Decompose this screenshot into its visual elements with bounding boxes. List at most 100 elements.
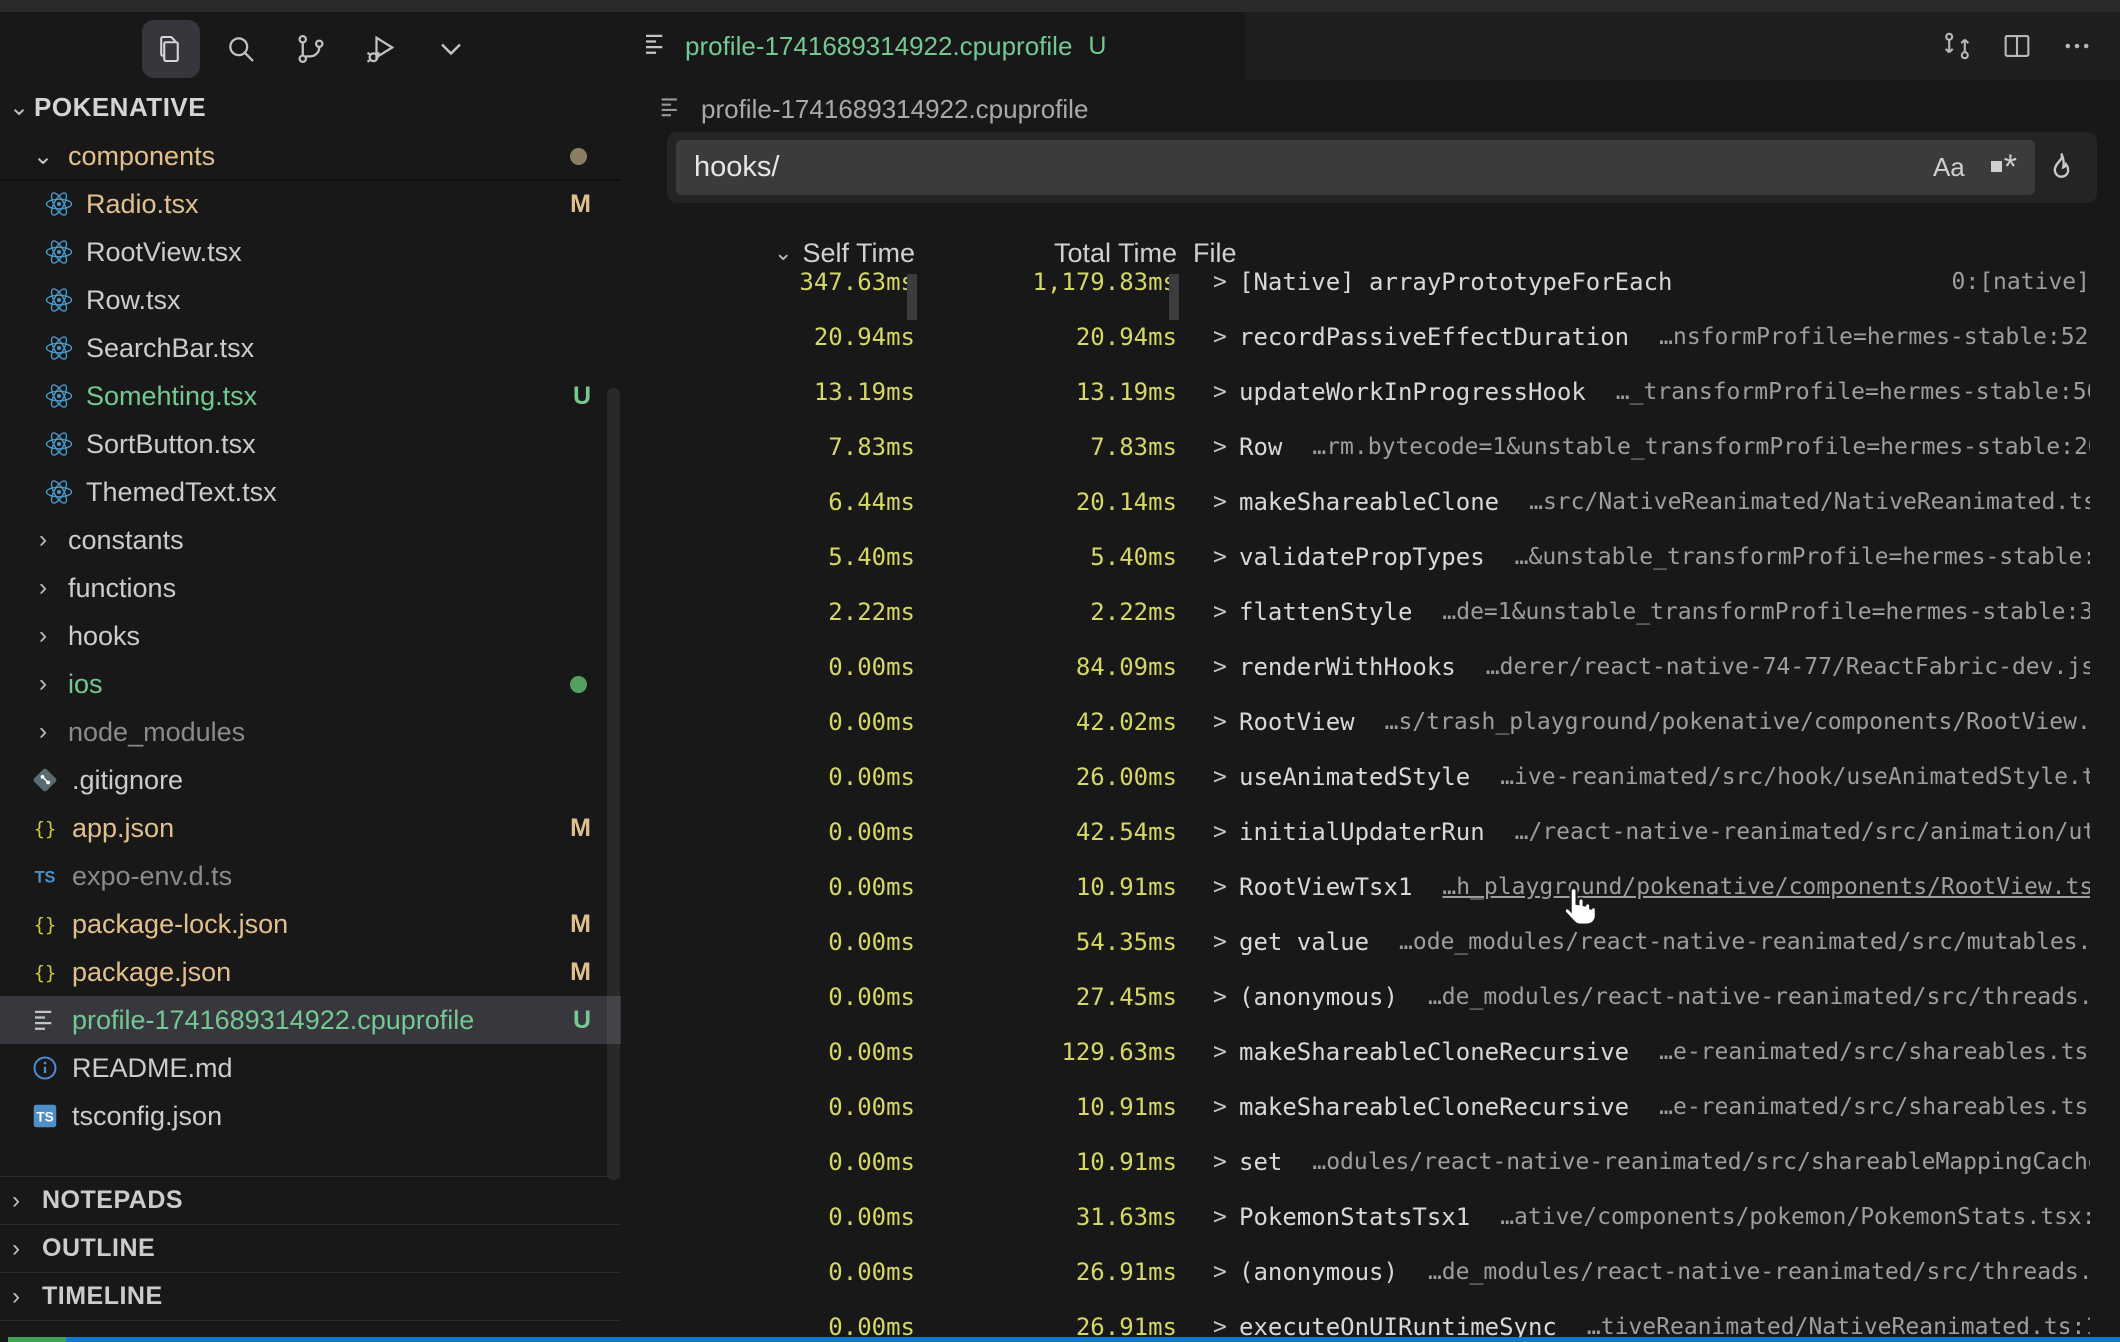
file-location-link[interactable]: …&unstable_transformProfile=hermes-stabl… bbox=[1485, 544, 2090, 570]
panel-header-timeline[interactable]: ›TIMELINE bbox=[0, 1272, 621, 1320]
column-sash[interactable] bbox=[907, 274, 917, 320]
file-location-link[interactable]: …ative/components/pokemon/PokemonStats.t… bbox=[1470, 1204, 2090, 1230]
tree-item-hooks[interactable]: ›hooks bbox=[0, 612, 621, 660]
panel-header-notepads[interactable]: ›NOTEPADS bbox=[0, 1176, 621, 1224]
tree-item-themedtext-tsx[interactable]: ThemedText.tsx bbox=[0, 468, 621, 516]
profile-row[interactable]: 0.00ms26.91ms>(anonymous)…de_modules/rea… bbox=[621, 1244, 2120, 1299]
profile-row[interactable]: 20.94ms20.94ms>recordPassiveEffectDurati… bbox=[621, 309, 2120, 364]
profile-row[interactable]: 0.00ms129.63ms>makeShareableCloneRecursi… bbox=[621, 1024, 2120, 1079]
chevron-right-icon[interactable]: > bbox=[1213, 929, 1239, 955]
tree-item-functions[interactable]: ›functions bbox=[0, 564, 621, 612]
profile-row[interactable]: 0.00ms10.91ms>RootViewTsx1…h_playground/… bbox=[621, 859, 2120, 914]
file-location-link[interactable]: …tiveReanimated/NativeReanimated.ts:123/ bbox=[1557, 1314, 2090, 1340]
column-sash[interactable] bbox=[1169, 274, 1179, 320]
tree-item-components[interactable]: ⌄components bbox=[0, 132, 621, 180]
profile-row[interactable]: 0.00ms42.02ms>RootView…s/trash_playgroun… bbox=[621, 694, 2120, 749]
profile-row[interactable]: 7.83ms7.83ms>Row…rm.bytecode=1&unstable_… bbox=[621, 419, 2120, 474]
tree-item-ios[interactable]: ›ios bbox=[0, 660, 621, 708]
tree-item-expo-env-d-ts[interactable]: TSexpo-env.d.ts bbox=[0, 852, 621, 900]
file-location-link[interactable]: …rm.bytecode=1&unstable_transformProfile… bbox=[1282, 434, 2090, 460]
tree-item-node-modules[interactable]: ›node_modules bbox=[0, 708, 621, 756]
explorer-icon[interactable] bbox=[142, 20, 200, 78]
chevron-right-icon[interactable]: > bbox=[1213, 324, 1239, 350]
file-location-link[interactable]: …de_modules/react-native-reanimated/src/… bbox=[1398, 984, 2090, 1010]
chevron-right-icon[interactable]: > bbox=[1213, 434, 1239, 460]
file-location-link[interactable]: …odules/react-native-reanimated/src/shar… bbox=[1282, 1149, 2090, 1175]
tree-item--gitignore[interactable]: .gitignore bbox=[0, 756, 621, 804]
source-control-icon[interactable] bbox=[282, 20, 340, 78]
file-location-link[interactable]: …ive-reanimated/src/hook/useAnimatedStyl… bbox=[1470, 764, 2090, 790]
panel-header-outline[interactable]: ›OUTLINE bbox=[0, 1224, 621, 1272]
flame-graph-button[interactable] bbox=[2039, 146, 2083, 190]
file-location-link[interactable]: …nsformProfile=hermes-stable:52730 bbox=[1629, 324, 2090, 350]
profile-row[interactable]: 0.00ms10.91ms>set…odules/react-native-re… bbox=[621, 1134, 2120, 1189]
sidebar-scrollbar[interactable] bbox=[607, 388, 620, 1180]
profile-row[interactable]: 0.00ms54.35ms>get value…ode_modules/reac… bbox=[621, 914, 2120, 969]
filter-input[interactable]: hooks/ Aa * bbox=[676, 140, 2035, 195]
chevron-right-icon[interactable]: > bbox=[1213, 379, 1239, 405]
chevron-right-icon[interactable]: > bbox=[1213, 764, 1239, 790]
more-actions-icon[interactable] bbox=[2060, 29, 2094, 63]
tree-item-profile-1741689314922-cpuprofile[interactable]: profile-1741689314922.cpuprofileU bbox=[0, 996, 621, 1044]
chevron-right-icon[interactable]: > bbox=[1213, 654, 1239, 680]
chevron-right-icon[interactable]: > bbox=[1213, 269, 1239, 295]
file-location-link[interactable]: …_transformProfile=hermes-stable:50798 bbox=[1586, 379, 2090, 405]
tree-item-tsconfig-json[interactable]: TStsconfig.json bbox=[0, 1092, 621, 1140]
chevron-right-icon[interactable]: > bbox=[1213, 709, 1239, 735]
profile-row[interactable]: 0.00ms10.91ms>makeShareableCloneRecursiv… bbox=[621, 1079, 2120, 1134]
tree-item-readme-md[interactable]: README.md bbox=[0, 1044, 621, 1092]
more-views-icon[interactable] bbox=[422, 20, 480, 78]
profile-row[interactable]: 0.00ms27.45ms>(anonymous)…de_modules/rea… bbox=[621, 969, 2120, 1024]
chevron-right-icon[interactable]: > bbox=[1213, 1094, 1239, 1120]
profile-row[interactable]: 0.00ms42.54ms>initialUpdaterRun…/react-n… bbox=[621, 804, 2120, 859]
file-location-link[interactable]: …e-reanimated/src/shareables.ts:208/ bbox=[1629, 1039, 2090, 1065]
explorer-section-header[interactable]: ⌄ POKENATIVE bbox=[0, 86, 621, 128]
chevron-right-icon[interactable]: > bbox=[1213, 1259, 1239, 1285]
chevron-right-icon[interactable]: > bbox=[1213, 819, 1239, 845]
tree-item-package-lock-json[interactable]: {}package-lock.jsonM bbox=[0, 900, 621, 948]
profile-row[interactable]: 13.19ms13.19ms>updateWorkInProgressHook…… bbox=[621, 364, 2120, 419]
tree-item-somehting-tsx[interactable]: Somehting.tsxU bbox=[0, 372, 621, 420]
profile-row[interactable]: 5.40ms5.40ms>validatePropTypes…&unstable… bbox=[621, 529, 2120, 584]
chevron-right-icon[interactable]: > bbox=[1213, 874, 1239, 900]
search-icon[interactable] bbox=[212, 20, 270, 78]
file-location-link[interactable]: …derer/react-native-74-77/ReactFabric-de… bbox=[1456, 654, 2090, 680]
chevron-right-icon[interactable]: > bbox=[1213, 1204, 1239, 1230]
tree-item-searchbar-tsx[interactable]: SearchBar.tsx bbox=[0, 324, 621, 372]
chevron-right-icon[interactable]: > bbox=[1213, 489, 1239, 515]
profile-row[interactable]: 0.00ms26.00ms>useAnimatedStyle…ive-reani… bbox=[621, 749, 2120, 804]
profile-row[interactable]: 0.00ms26.91ms>executeOnUIRuntimeSync…tiv… bbox=[621, 1299, 2120, 1342]
compare-changes-icon[interactable] bbox=[1940, 29, 1974, 63]
file-location-link[interactable]: …de_modules/react-native-reanimated/src/… bbox=[1398, 1259, 2090, 1285]
file-location-link[interactable]: …s/trash_playground/pokenative/component… bbox=[1355, 709, 2090, 735]
tree-item-row-tsx[interactable]: Row.tsx bbox=[0, 276, 621, 324]
file-location-link[interactable]: …de=1&unstable_transformProfile=hermes-s… bbox=[1412, 599, 2090, 625]
profile-row[interactable]: 0.00ms31.63ms>PokemonStatsTsx1…ative/com… bbox=[621, 1189, 2120, 1244]
tree-item-sortbutton-tsx[interactable]: SortButton.tsx bbox=[0, 420, 621, 468]
split-editor-icon[interactable] bbox=[2000, 29, 2034, 63]
file-location-link[interactable]: …h_playground/pokenative/components/Root… bbox=[1412, 874, 2090, 900]
file-location-link[interactable]: …/react-native-reanimated/src/animation/… bbox=[1485, 819, 2090, 845]
tree-item-rootview-tsx[interactable]: RootView.tsx bbox=[0, 228, 621, 276]
regex-button[interactable]: * bbox=[1991, 148, 2017, 187]
chevron-right-icon[interactable]: > bbox=[1213, 984, 1239, 1010]
file-location-link[interactable]: …src/NativeReanimated/NativeReanimated.t… bbox=[1499, 489, 2090, 515]
profile-row[interactable]: 347.63ms1,179.83ms>[Native] arrayPrototy… bbox=[621, 254, 2120, 309]
file-location-link[interactable]: …e-reanimated/src/shareables.ts:282/ bbox=[1629, 1094, 2090, 1120]
chevron-right-icon[interactable]: > bbox=[1213, 1149, 1239, 1175]
chevron-right-icon[interactable]: > bbox=[1213, 599, 1239, 625]
tree-item-radio-tsx[interactable]: Radio.tsxM bbox=[0, 180, 621, 228]
chevron-right-icon[interactable]: > bbox=[1213, 544, 1239, 570]
run-debug-icon[interactable] bbox=[352, 20, 410, 78]
match-case-button[interactable]: Aa bbox=[1933, 152, 1965, 183]
profile-row[interactable]: 2.22ms2.22ms>flattenStyle…de=1&unstable_… bbox=[621, 584, 2120, 639]
tree-item-app-json[interactable]: {}app.jsonM bbox=[0, 804, 621, 852]
profile-row[interactable]: 6.44ms20.14ms>makeShareableClone…src/Nat… bbox=[621, 474, 2120, 529]
tree-item-package-json[interactable]: {}package.jsonM bbox=[0, 948, 621, 996]
file-location-link[interactable]: 0:[native] bbox=[1922, 269, 2090, 295]
tree-item-constants[interactable]: ›constants bbox=[0, 516, 621, 564]
chevron-right-icon[interactable]: > bbox=[1213, 1039, 1239, 1065]
chevron-right-icon[interactable]: > bbox=[1213, 1314, 1239, 1340]
tab-cpuprofile[interactable]: profile-1741689314922.cpuprofile U bbox=[621, 12, 1245, 80]
file-location-link[interactable]: …ode_modules/react-native-reanimated/src… bbox=[1369, 929, 2090, 955]
